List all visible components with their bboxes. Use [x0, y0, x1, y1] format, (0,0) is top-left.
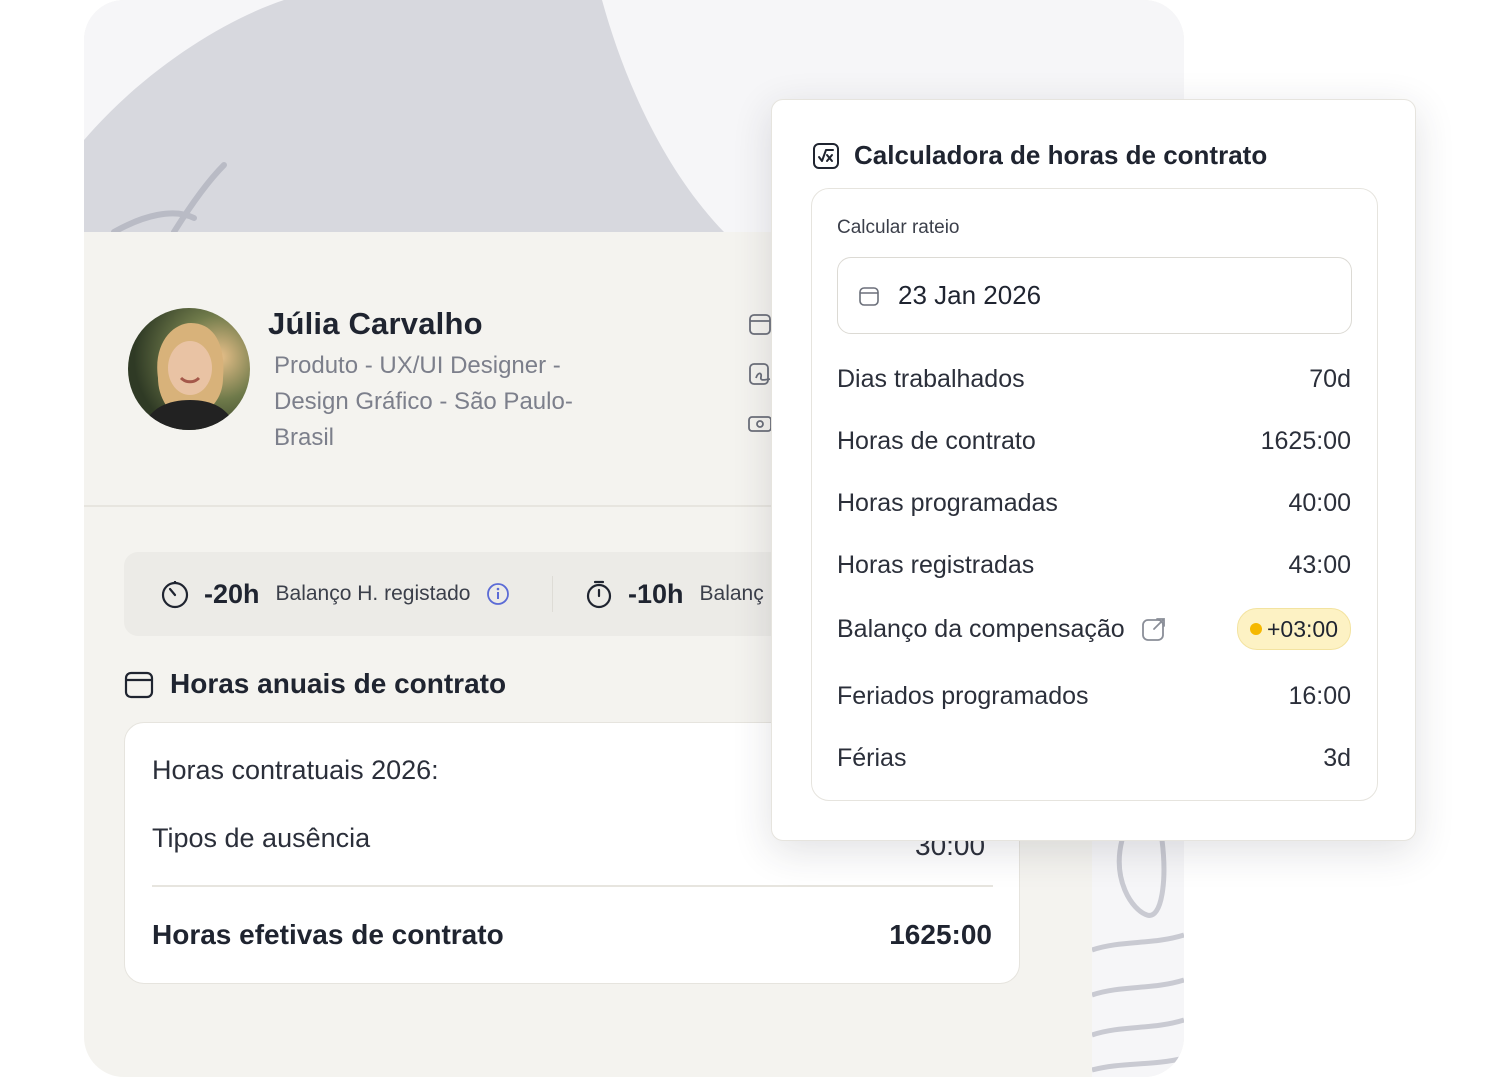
- signature-icon[interactable]: [748, 362, 772, 386]
- decorative-pattern: [1092, 820, 1184, 1077]
- balance-separator: [552, 576, 553, 612]
- balance-label: Balanç: [699, 582, 764, 605]
- external-link-icon[interactable]: [1141, 616, 1167, 642]
- row-scheduled-holidays: Feriados programados 16:00: [837, 676, 1351, 716]
- calendar-icon[interactable]: [748, 312, 772, 336]
- cash-icon[interactable]: [748, 412, 772, 436]
- calculator-subtitle: Calcular rateio: [837, 217, 960, 238]
- row-label: Férias: [837, 743, 907, 772]
- row-vacation: Férias 3d: [837, 738, 1351, 778]
- effective-hours-label: Horas efetivas de contrato: [152, 919, 504, 950]
- row-scheduled-hours: Horas programadas 40:00: [837, 483, 1351, 523]
- absence-types-row: Tipos de ausência: [152, 823, 371, 853]
- row-label: Horas registradas: [837, 550, 1035, 579]
- date-value: 23 Jan 2026: [898, 280, 1042, 310]
- row-value: 70d: [1309, 364, 1351, 393]
- calendar-icon: [124, 671, 154, 699]
- stopwatch-icon: [586, 580, 612, 609]
- date-input[interactable]: 23 Jan 2026: [837, 257, 1352, 334]
- calculator-header: Calculadora de horas de contrato: [812, 140, 1267, 171]
- calculator-title: Calculadora de horas de contrato: [854, 140, 1268, 170]
- effective-hours-value: 1625:00: [889, 919, 992, 950]
- balance-value: -10h: [628, 578, 684, 609]
- row-label: Horas de contrato: [837, 426, 1036, 455]
- calculator-body: Calcular rateio 23 Jan 2026 Dias trabalh…: [811, 188, 1378, 801]
- row-label: Dias trabalhados: [837, 364, 1025, 393]
- annual-hours-heading: Horas anuais de contrato: [124, 668, 506, 700]
- row-label: Feriados programados: [837, 681, 1089, 710]
- balance-item-secondary: -10h Balanç: [584, 552, 764, 636]
- row-worked-days: Dias trabalhados 70d: [837, 359, 1351, 399]
- section-title: Horas anuais de contrato: [170, 668, 507, 699]
- balance-item-registered: -20h Balanço H. registado: [160, 552, 510, 636]
- row-value: +03:00: [1267, 615, 1338, 642]
- row-label: Horas programadas: [837, 488, 1058, 517]
- row-label-wrap: Balanço da compensação: [837, 615, 1167, 644]
- stopwatch-icon: [161, 581, 189, 609]
- compensation-badge: +03:00: [1237, 608, 1351, 650]
- contract-hours-calculator: Calculadora de horas de contrato Calcula…: [771, 99, 1416, 841]
- employee-name: Júlia Carvalho: [268, 306, 483, 341]
- row-value: 3d: [1323, 743, 1351, 772]
- balance-label: Balanço H. registado: [275, 582, 471, 605]
- divider: [152, 885, 993, 887]
- row-registered-hours: Horas registradas 43:00: [837, 545, 1351, 585]
- row-value: 16:00: [1288, 681, 1351, 710]
- calculator-icon: [813, 142, 839, 169]
- contract-hours-row: Horas contratuais 2026:: [152, 755, 439, 785]
- row-compensation-balance: Balanço da compensação +03:00: [837, 608, 1351, 650]
- row-value: 1625:00: [1260, 426, 1351, 455]
- row-label: Balanço da compensação: [837, 614, 1125, 643]
- info-icon[interactable]: [486, 582, 510, 606]
- balance-summary: -20h Balanço H. registado -10h Balanç: [124, 552, 824, 636]
- calendar-icon: [859, 286, 879, 306]
- status-dot: [1250, 623, 1262, 635]
- row-value: 40:00: [1288, 488, 1351, 517]
- avatar: [128, 308, 250, 430]
- row-contract-hours: Horas de contrato 1625:00: [837, 421, 1351, 461]
- employee-subtitle: Produto - UX/UI Designer - Design Gráfic…: [274, 352, 573, 451]
- row-value: 43:00: [1288, 550, 1351, 579]
- balance-value: -20h: [204, 578, 260, 609]
